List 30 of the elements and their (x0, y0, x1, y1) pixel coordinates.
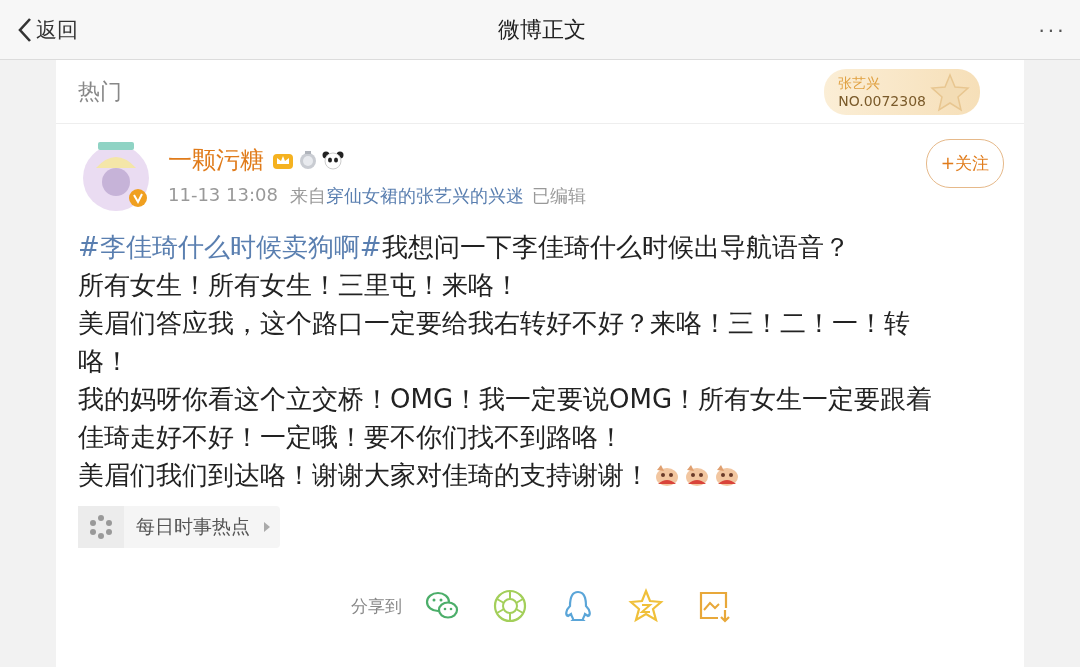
caret-icon (264, 522, 270, 532)
section-title: 热门 (78, 77, 122, 106)
fan-name: 张艺兴 (838, 73, 882, 92)
star-icon (930, 71, 970, 112)
post-text: 佳琦走好不好！一定哦！要不你们找不到路咯！ (78, 421, 624, 454)
medal-icon (298, 150, 318, 170)
hashtag-link[interactable]: #李佳琦什么时候卖狗啊# (78, 228, 382, 266)
star-icon[interactable] (628, 588, 664, 624)
panda-icon (322, 150, 344, 170)
source-label: 来自 (289, 184, 326, 208)
post-text: 美眉们答应我，这个路口一定要给我右转好不好？来咯！三！二！一！转 (78, 307, 910, 340)
source-link[interactable]: 穿仙女裙的张艺兴的兴迷 (325, 184, 524, 208)
more-button[interactable]: ··· (1038, 16, 1066, 43)
page-title: 微博正文 (498, 15, 586, 44)
edited-label: 已编辑 (531, 184, 586, 208)
post-text: 我的妈呀你看这个立交桥！OMG！我一定要说OMG！所有女生一定要跟着 (78, 383, 933, 416)
follow-button[interactable]: +关注 (925, 138, 1004, 188)
dots-ring-icon (78, 506, 124, 548)
post-text: 所有女生！所有女生！三里屯！来咯！ (78, 269, 520, 302)
aperture-icon[interactable] (492, 588, 528, 624)
post-time: 11-13 13:08 (168, 184, 278, 207)
share-label: 分享到 (351, 594, 402, 618)
post-text: 咯！ (78, 345, 130, 378)
fan-number: NO.0072308 (838, 91, 926, 110)
author-name[interactable]: 一颗污糖 (168, 144, 264, 176)
back-link[interactable]: 返回 (18, 15, 78, 44)
chevron-left-icon (18, 16, 32, 43)
post-text: 美眉们我们到达咯！谢谢大家对佳琦的支持谢谢！ (78, 459, 650, 492)
post-text: 我想问一下李佳琦什么时候出导航语音？ (381, 231, 850, 264)
topic-chip[interactable]: 每日时事热点 (78, 506, 280, 548)
